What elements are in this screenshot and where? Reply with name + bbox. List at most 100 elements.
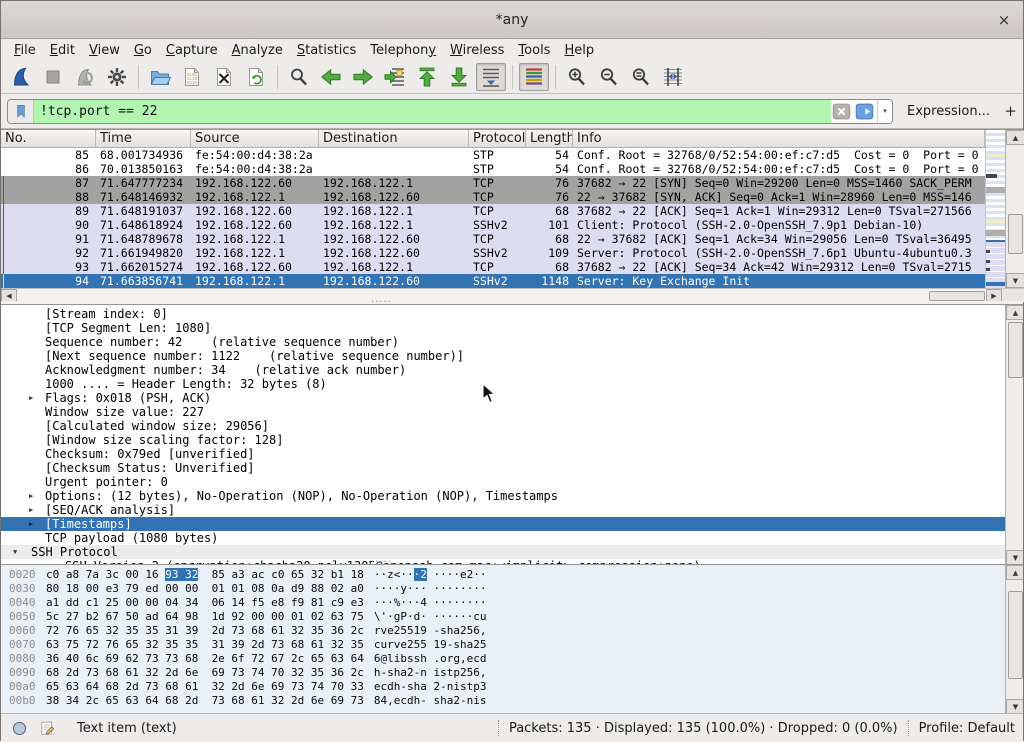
- display-filter-box[interactable]: !tcp.port == 22 ▾: [7, 99, 893, 124]
- go-to-packet-icon[interactable]: [380, 63, 410, 91]
- detail-line[interactable]: Checksum: 0x79ed [unverified]: [1, 447, 1005, 461]
- scroll-down-icon[interactable]: ▼: [1006, 273, 1024, 288]
- detail-line[interactable]: [Calculated window size: 29056]: [1, 419, 1005, 433]
- column-header-destination[interactable]: Destination: [319, 130, 469, 147]
- detail-line[interactable]: ▶Options: (12 bytes), No-Operation (NOP)…: [1, 489, 1005, 503]
- zoom-100-icon[interactable]: [626, 63, 656, 91]
- reload-file-icon[interactable]: [241, 63, 271, 91]
- packet-row-87[interactable]: 8771.647777234192.168.122.60192.168.122.…: [1, 176, 985, 190]
- packet-list-vscrollbar[interactable]: ▲ ▼: [1005, 130, 1024, 288]
- scroll-down-icon[interactable]: ▼: [1006, 699, 1023, 713]
- details-vscrollbar[interactable]: ▲ ▼: [1005, 305, 1023, 564]
- scroll-up-icon[interactable]: ▲: [1006, 565, 1023, 580]
- packet-row-89[interactable]: 8971.648191037192.168.122.60192.168.122.…: [1, 204, 985, 218]
- packet-row-91[interactable]: 9171.648789678192.168.122.1192.168.122.6…: [1, 232, 985, 246]
- packet-row-92[interactable]: 9271.661949820192.168.122.1192.168.122.6…: [1, 246, 985, 260]
- menu-file[interactable]: File: [7, 41, 43, 60]
- go-top-icon[interactable]: [412, 63, 442, 91]
- packet-list-minimap[interactable]: [985, 130, 1005, 288]
- scroll-up-icon[interactable]: ▲: [1006, 130, 1024, 145]
- packet-list-hscrollbar[interactable]: ◀ ▶: [1, 288, 1002, 302]
- column-header-source[interactable]: Source: [191, 130, 319, 147]
- zoom-in-icon[interactable]: [562, 63, 592, 91]
- column-header-info[interactable]: Info: [573, 130, 985, 147]
- auto-scroll-icon[interactable]: [476, 63, 506, 91]
- detail-line[interactable]: 1000 .... = Header Length: 32 bytes (8): [1, 377, 1005, 391]
- capture-comment-icon[interactable]: [37, 718, 57, 738]
- menu-statistics[interactable]: Statistics: [290, 41, 363, 60]
- menu-help[interactable]: Help: [557, 41, 601, 60]
- detail-line[interactable]: [Stream index: 0]: [1, 307, 1005, 321]
- menu-capture[interactable]: Capture: [159, 41, 225, 60]
- detail-line[interactable]: ▶[SEQ/ACK analysis]: [1, 503, 1005, 517]
- hex-row-0030[interactable]: 003080 18 00 e3 79 ed 00 00 01 01 08 0a …: [1, 582, 1005, 596]
- packet-row-94[interactable]: 9471.663856741192.168.122.1192.168.122.6…: [1, 274, 985, 288]
- profile-text[interactable]: Profile: Default: [919, 721, 1015, 736]
- column-header-no[interactable]: No.: [1, 130, 96, 147]
- column-header-length[interactable]: Length: [526, 130, 573, 147]
- expert-info-icon[interactable]: [9, 718, 29, 738]
- open-file-icon[interactable]: [145, 63, 175, 91]
- display-filter-input[interactable]: !tcp.port == 22: [34, 100, 831, 123]
- hex-row-0060[interactable]: 006072 76 65 32 35 35 31 39 2d 73 68 61 …: [1, 624, 1005, 638]
- detail-line[interactable]: [TCP Segment Len: 1080]: [1, 321, 1005, 335]
- expand-icon[interactable]: ▶: [29, 391, 33, 405]
- capture-options-icon[interactable]: [102, 63, 132, 91]
- filter-add-button[interactable]: +: [1004, 99, 1017, 123]
- menu-go[interactable]: Go: [127, 41, 159, 60]
- details-vscroll-thumb[interactable]: [1008, 322, 1023, 378]
- zoom-out-icon[interactable]: [594, 63, 624, 91]
- detail-line[interactable]: [Checksum Status: Unverified]: [1, 461, 1005, 475]
- menu-view[interactable]: View: [82, 41, 127, 60]
- scroll-up-icon[interactable]: ▲: [1006, 305, 1023, 320]
- capture-start-icon[interactable]: [6, 63, 36, 91]
- packet-row-85[interactable]: 8568.001734936fe:54:00:d4:38:2aSTP54Conf…: [1, 148, 985, 162]
- save-file-icon[interactable]: 010111100110: [177, 63, 207, 91]
- packet-row-93[interactable]: 9371.662015274192.168.122.60192.168.122.…: [1, 260, 985, 274]
- menu-analyze[interactable]: Analyze: [225, 41, 290, 60]
- hex-row-0040[interactable]: 0040a1 dd c1 25 00 00 04 34 06 14 f5 e8 …: [1, 596, 1005, 610]
- expand-icon[interactable]: ▶: [29, 503, 33, 517]
- menu-edit[interactable]: Edit: [43, 41, 82, 60]
- hex-row-0050[interactable]: 00505c 27 b2 67 50 ad 64 98 1d 92 00 00 …: [1, 610, 1005, 624]
- hex-row-0090[interactable]: 009068 2d 73 68 61 32 2d 6e 69 73 74 70 …: [1, 666, 1005, 680]
- colorize-icon[interactable]: [519, 63, 549, 91]
- filter-apply-icon[interactable]: [854, 101, 875, 122]
- capture-stop-icon[interactable]: [38, 63, 68, 91]
- resize-columns-icon[interactable]: [658, 63, 688, 91]
- detail-line[interactable]: [Window size scaling factor: 128]: [1, 433, 1005, 447]
- detail-line[interactable]: [Next sequence number: 1122 (relative se…: [1, 349, 1005, 363]
- packet-list-hscroll-thumb[interactable]: [929, 291, 985, 301]
- menu-wireless[interactable]: Wireless: [443, 41, 511, 60]
- filter-clear-icon[interactable]: [831, 101, 852, 122]
- bytes-vscroll-thumb[interactable]: [1008, 591, 1023, 679]
- go-back-icon[interactable]: [316, 63, 346, 91]
- detail-line[interactable]: Urgent pointer: 0: [1, 475, 1005, 489]
- hex-row-00a0[interactable]: 00a065 63 64 68 2d 73 68 61 32 2d 6e 69 …: [1, 680, 1005, 694]
- capture-restart-icon[interactable]: [70, 63, 100, 91]
- hex-row-0070[interactable]: 007063 75 72 76 65 32 35 35 31 39 2d 73 …: [1, 638, 1005, 652]
- detail-line[interactable]: Window size value: 227: [1, 405, 1005, 419]
- packet-row-90[interactable]: 9071.648618924192.168.122.60192.168.122.…: [1, 218, 985, 232]
- column-header-time[interactable]: Time: [96, 130, 191, 147]
- column-header-protocol[interactable]: Protocol: [469, 130, 526, 147]
- detail-line[interactable]: ▶Flags: 0x018 (PSH, ACK): [1, 391, 1005, 405]
- menu-telephony[interactable]: Telephony: [363, 41, 443, 60]
- filter-bookmark-icon[interactable]: [8, 100, 34, 123]
- detail-line[interactable]: Sequence number: 42 (relative sequence n…: [1, 335, 1005, 349]
- expand-icon[interactable]: ▶: [29, 517, 33, 531]
- detail-line[interactable]: Acknowledgment number: 34 (relative ack …: [1, 363, 1005, 377]
- go-forward-icon[interactable]: [348, 63, 378, 91]
- detail-line[interactable]: ▼SSH Protocol: [1, 545, 1005, 559]
- title-bar[interactable]: *any ×: [1, 1, 1023, 39]
- hex-row-0080[interactable]: 008036 40 6c 69 62 73 73 68 2e 6f 72 67 …: [1, 652, 1005, 666]
- expand-icon[interactable]: ▶: [29, 489, 33, 503]
- find-packet-icon[interactable]: [284, 63, 314, 91]
- close-icon[interactable]: ×: [995, 11, 1013, 29]
- hex-row-00b0[interactable]: 00b038 34 2c 65 63 64 68 2d 73 68 61 32 …: [1, 694, 1005, 708]
- hex-row-0020[interactable]: 0020c0 a8 7a 3c 00 16 93 32 85 a3 ac c0 …: [1, 568, 1005, 582]
- go-bottom-icon[interactable]: [444, 63, 474, 91]
- close-file-icon[interactable]: [209, 63, 239, 91]
- expression-button[interactable]: Expression...: [907, 104, 990, 119]
- packet-row-86[interactable]: 8670.013850163fe:54:00:d4:38:2aSTP54Conf…: [1, 162, 985, 176]
